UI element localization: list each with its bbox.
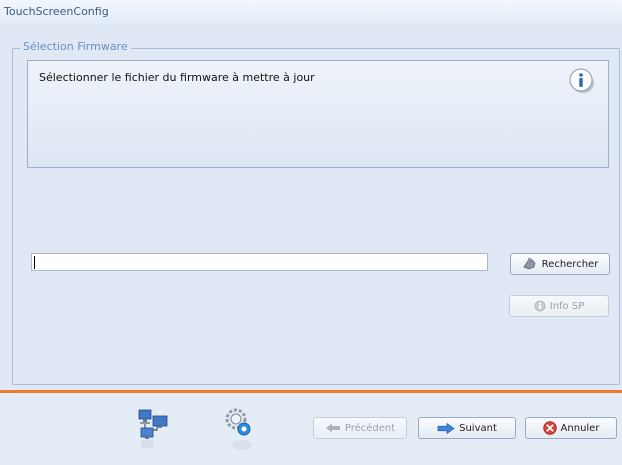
info-text: Sélectionner le fichier du firmware à me… xyxy=(39,71,315,84)
suivant-button[interactable]: Suivant xyxy=(418,417,516,439)
arrow-right-icon xyxy=(437,422,455,434)
search-hand-icon xyxy=(523,257,536,270)
title-bar: TouchScreenConfig xyxy=(0,0,622,31)
rechercher-button[interactable]: Rechercher xyxy=(510,253,610,275)
cancel-x-icon xyxy=(542,421,557,435)
text-caret xyxy=(34,256,35,269)
info-sp-button[interactable]: Info SP xyxy=(509,295,609,317)
arrow-left-icon xyxy=(325,423,340,433)
precedent-label: Précédent xyxy=(344,422,396,434)
group-legend: Sélection Firmware xyxy=(20,40,131,53)
network-computers-icon xyxy=(138,409,168,448)
info-sp-icon xyxy=(534,300,546,312)
info-box: Sélectionner le fichier du firmware à me… xyxy=(27,60,609,168)
window-body: Sélection Firmware Sélectionner le fichi… xyxy=(0,30,622,390)
suivant-label: Suivant xyxy=(459,422,497,434)
rechercher-label: Rechercher xyxy=(541,258,599,270)
footer: Précédent Suivant Annuler xyxy=(0,393,622,465)
precedent-button[interactable]: Précédent xyxy=(313,417,407,439)
info-icon xyxy=(569,68,594,93)
annuler-button[interactable]: Annuler xyxy=(525,417,617,439)
annuler-label: Annuler xyxy=(560,422,600,434)
info-sp-label: Info SP xyxy=(549,300,585,312)
firmware-file-input[interactable] xyxy=(31,253,488,271)
window-title: TouchScreenConfig xyxy=(4,5,109,18)
settings-gear-icon xyxy=(225,408,252,450)
